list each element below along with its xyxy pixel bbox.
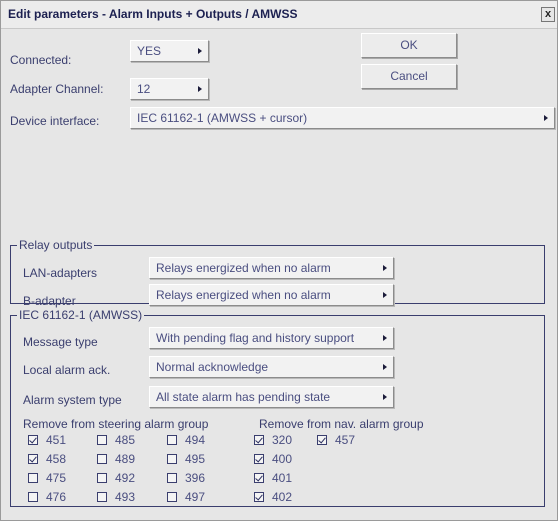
unchecked-box-icon: [97, 435, 107, 445]
steering-497-checkbox-label: 497: [185, 490, 206, 504]
dropdown-arrow-icon: [383, 394, 387, 400]
alarm-system-type-dropdown[interactable]: All state alarm has pending state: [149, 386, 394, 408]
device-interface-value: IEC 61162-1 (AMWSS + cursor): [137, 111, 308, 125]
dropdown-arrow-icon: [198, 48, 202, 54]
lan-adapters-label: LAN-adapters: [23, 266, 98, 280]
dropdown-arrow-icon: [383, 335, 387, 341]
alarm-system-type-label: Alarm system type: [23, 393, 122, 407]
connected-value: YES: [137, 44, 162, 58]
nav-402-checkbox-label: 402: [272, 490, 293, 504]
local-alarm-ack-dropdown[interactable]: Normal acknowledge: [149, 356, 394, 378]
steering-458-checkbox-label: 458: [46, 452, 67, 466]
connected-dropdown[interactable]: YES: [130, 40, 209, 62]
close-icon[interactable]: x: [541, 7, 555, 22]
checked-box-icon: [254, 492, 264, 502]
checked-box-icon: [254, 473, 264, 483]
dropdown-arrow-icon: [383, 364, 387, 370]
b-adapter-value: Relays energized when no alarm: [156, 288, 331, 302]
unchecked-box-icon: [167, 492, 177, 502]
steering-494-checkbox-label: 494: [185, 433, 206, 447]
checked-box-icon: [317, 435, 327, 445]
steering-476-checkbox-label: 476: [46, 490, 67, 504]
relay-outputs-legend: Relay outputs: [17, 238, 95, 252]
dropdown-arrow-icon: [198, 86, 202, 92]
steering-451-checkbox-label: 451: [46, 433, 67, 447]
unchecked-box-icon: [167, 454, 177, 464]
unchecked-box-icon: [167, 435, 177, 445]
local-alarm-ack-value: Normal acknowledge: [156, 360, 269, 374]
checked-box-icon: [254, 435, 264, 445]
iec-legend: IEC 61162-1 (AMWSS): [17, 308, 145, 322]
unchecked-box-icon: [97, 473, 107, 483]
unchecked-box-icon: [97, 492, 107, 502]
dropdown-arrow-icon: [383, 292, 387, 298]
connected-label: Connected:: [10, 53, 72, 67]
steering-495-checkbox-label: 495: [185, 452, 206, 466]
window-title: Edit parameters - Alarm Inputs + Outputs…: [8, 7, 298, 21]
lan-adapters-value: Relays energized when no alarm: [156, 261, 331, 275]
b-adapter-label: B-adapter: [23, 294, 76, 308]
checked-box-icon: [254, 454, 264, 464]
message-type-label: Message type: [23, 335, 98, 349]
unchecked-box-icon: [167, 473, 177, 483]
steering-492-checkbox-label: 492: [115, 471, 136, 485]
steering-489-checkbox-label: 489: [115, 452, 136, 466]
nav-457-checkbox-label: 457: [335, 433, 356, 447]
dropdown-arrow-icon: [544, 115, 548, 121]
title-bar: Edit parameters - Alarm Inputs + Outputs…: [1, 1, 557, 29]
edit-parameters-dialog: Edit parameters - Alarm Inputs + Outputs…: [0, 0, 558, 521]
dropdown-arrow-icon: [383, 265, 387, 271]
ok-button[interactable]: OK: [361, 33, 457, 58]
alarm-system-type-value: All state alarm has pending state: [156, 390, 331, 404]
nav-400-checkbox-label: 400: [272, 452, 293, 466]
checked-box-icon: [28, 435, 38, 445]
steering-493-checkbox-label: 493: [115, 490, 136, 504]
device-interface-dropdown[interactable]: IEC 61162-1 (AMWSS + cursor): [130, 107, 555, 129]
steering-396-checkbox-label: 396: [185, 471, 206, 485]
device-interface-label: Device interface:: [10, 114, 100, 128]
checked-box-icon: [28, 454, 38, 464]
message-type-value: With pending flag and history support: [156, 331, 355, 345]
unchecked-box-icon: [28, 492, 38, 502]
nav-group-label: Remove from nav. alarm group: [259, 417, 424, 431]
adapter-channel-label: Adapter Channel:: [10, 82, 104, 96]
nav-401-checkbox-label: 401: [272, 471, 293, 485]
b-adapter-dropdown[interactable]: Relays energized when no alarm: [149, 284, 394, 306]
local-alarm-ack-label: Local alarm ack.: [23, 363, 111, 377]
adapter-channel-value: 12: [137, 82, 151, 96]
adapter-channel-dropdown[interactable]: 12: [130, 78, 209, 100]
unchecked-box-icon: [28, 473, 38, 483]
unchecked-box-icon: [97, 454, 107, 464]
steering-475-checkbox-label: 475: [46, 471, 67, 485]
lan-adapters-dropdown[interactable]: Relays energized when no alarm: [149, 257, 394, 279]
cancel-button[interactable]: Cancel: [361, 64, 457, 89]
steering-group-label: Remove from steering alarm group: [23, 417, 209, 431]
steering-485-checkbox-label: 485: [115, 433, 136, 447]
message-type-dropdown[interactable]: With pending flag and history support: [149, 327, 394, 349]
nav-320-checkbox-label: 320: [272, 433, 293, 447]
